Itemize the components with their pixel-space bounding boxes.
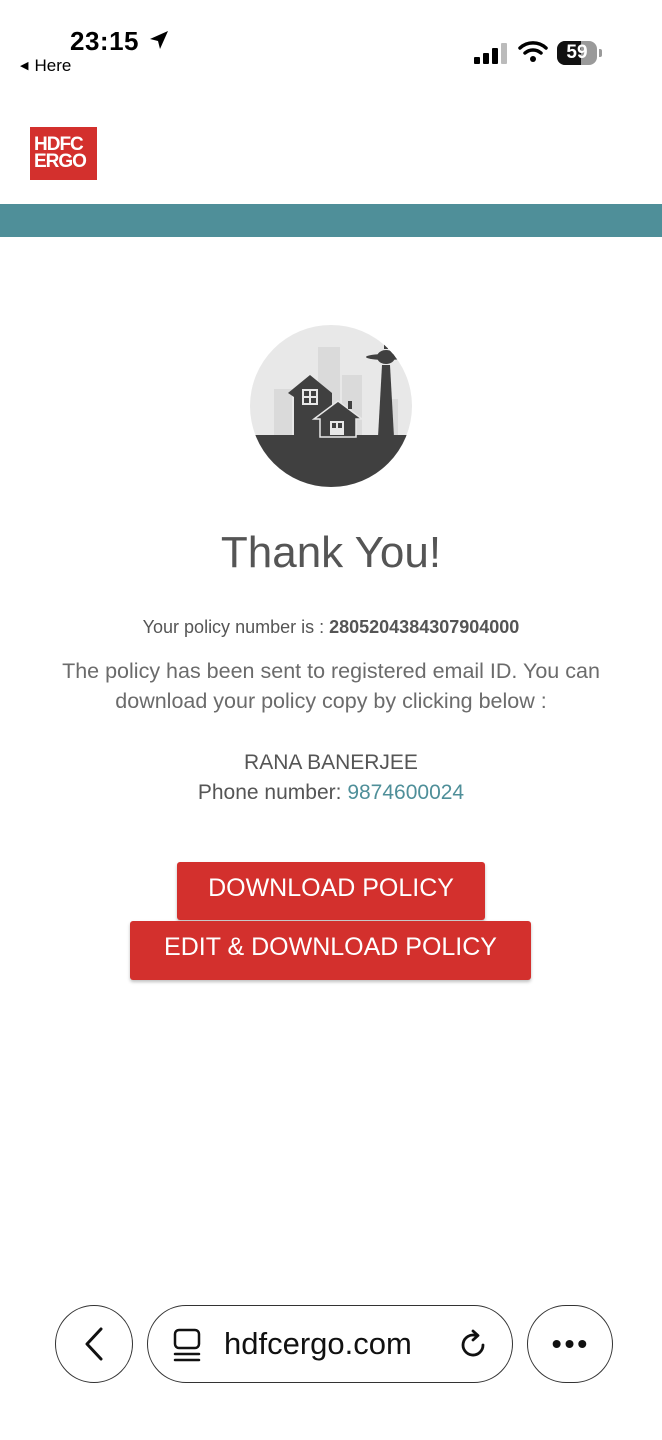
home-illustration-icon [250,325,412,487]
logo-text-line2: ERGO [34,151,87,172]
tabs-icon[interactable] [172,1328,204,1362]
battery-icon: 59 [557,41,603,65]
header-bar [0,204,662,237]
reload-icon[interactable] [456,1328,490,1362]
more-options-button[interactable]: ••• [527,1305,613,1383]
hdfc-ergo-logo[interactable]: HDFC ERGO [30,127,97,180]
policy-sent-message: The policy has been sent to registered e… [62,659,600,713]
phone-number-link[interactable]: 9874600024 [347,781,464,804]
policy-number-line: Your policy number is : 2805204384307904… [0,617,662,638]
browser-back-button[interactable] [55,1305,133,1383]
policy-number-label: Your policy number is : [142,617,330,637]
battery-level: 59 [566,42,588,63]
status-time: 23:15 [70,26,139,56]
download-policy-button[interactable]: DOWNLOAD POLICY [177,862,485,920]
phone-label: Phone number: [197,781,348,804]
back-to-app-link[interactable]: ◀ Here [20,56,71,76]
policy-number: 2805204384307904000 [329,617,520,637]
phone-number-line: Phone number: 9874600024 [0,781,662,805]
back-triangle-icon: ◀ [20,60,29,72]
wifi-icon [518,41,548,62]
url-text[interactable]: hdfcergo.com [224,1326,412,1362]
page-title: Thank You! [220,528,442,577]
address-bar[interactable]: hdfcergo.com [147,1305,513,1383]
edit-download-policy-button[interactable]: EDIT & DOWNLOAD POLICY [130,921,531,980]
signal-icon [474,43,507,64]
location-arrow-icon [150,31,168,49]
back-to-app-label: Here [34,56,72,75]
policy-holder-name: RANA BANERJEE [244,751,418,774]
back-chevron-icon [85,1327,103,1361]
more-icon: ••• [551,1328,591,1359]
